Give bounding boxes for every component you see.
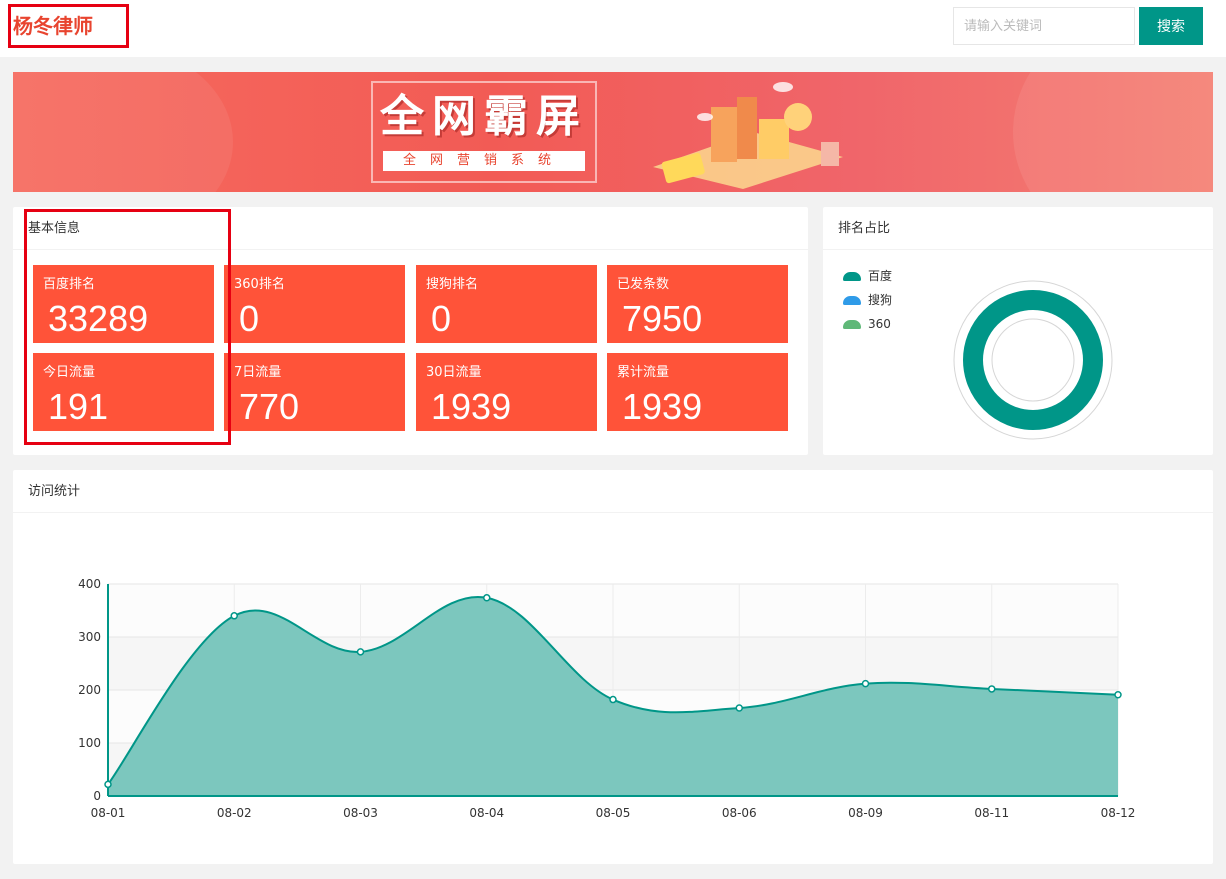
stat-7day-traffic: 7日流量 770 [224,353,405,431]
rank-donut-chart [953,280,1113,440]
legend-swatch-icon [843,271,861,281]
basic-info-card: 基本信息 百度排名 33289 360排名 0 搜狗排名 0 已发条数 7950… [13,207,808,455]
visit-line-chart: 0100200300400 08-01 08-02 08-03 08-04 08-05 0… [78,577,1136,820]
stat-label: 百度排名 [43,277,96,292]
brand-title: 杨冬律师 [8,4,129,48]
top-header: 杨冬律师 搜索 [0,0,1226,57]
chart-data-point[interactable] [230,612,238,620]
y-tick-label: 300 [78,630,101,644]
stat-label: 累计流量 [617,365,670,380]
stat-30day-traffic: 30日流量 1939 [416,353,597,431]
chart-y-tick-labels: 0 100 200 300 400 [78,577,101,803]
stat-label: 7日流量 [234,365,282,380]
banner-title-box: 全网霸屏 全网营销系统 [371,81,597,183]
x-tick-label: 08-03 [343,806,378,820]
chart-data-point[interactable] [988,685,996,693]
chart-data-point[interactable] [735,704,743,712]
visit-stats-title: 访问统计 [13,470,1213,513]
search-input[interactable] [953,7,1135,45]
banner-decoration [13,72,233,192]
chart-data-point[interactable] [609,695,617,704]
stat-value: 33289 [48,298,149,339]
stat-total-traffic: 累计流量 1939 [607,353,788,431]
x-tick-label: 08-12 [1101,806,1136,820]
banner-subtitle: 全网营销系统 [383,151,585,171]
legend-item-baidu[interactable]: 百度 [843,264,892,288]
x-tick-label: 08-04 [469,806,504,820]
chart-x-tick-labels: 08-01 08-02 08-03 08-04 08-05 08-06 08-09 08-11… [91,806,1136,820]
y-tick-label: 100 [78,736,101,750]
stat-value: 0 [239,298,260,339]
x-tick-label: 08-09 [848,806,883,820]
x-tick-label: 08-06 [722,806,757,820]
visit-stats-card: 访问统计 0 100 200 300 400 08-01 08-02 08-03 08-04 0… [13,470,1213,864]
stat-label: 今日流量 [43,365,96,380]
legend-item-sogou[interactable]: 搜狗 [843,288,892,312]
stat-label: 30日流量 [426,365,482,380]
stat-baidu-rank: 百度排名 33289 [33,265,214,343]
banner-title: 全网霸屏 [380,91,588,142]
stat-360-rank: 360排名 0 [224,265,405,343]
stat-value: 0 [431,298,452,339]
banner-decoration [1013,72,1213,192]
donut-inner-ring [991,318,1075,402]
chart-data-point[interactable] [1114,691,1122,699]
stat-published-count: 已发条数 7950 [607,265,788,343]
donut-slice-baidu[interactable] [963,290,1103,430]
rank-ratio-card: 排名占比 百度 搜狗 360 [823,207,1213,455]
stat-today-traffic: 今日流量 191 [33,353,214,431]
legend-label: 百度 [868,269,893,283]
y-tick-label: 0 [93,789,101,803]
x-tick-label: 08-05 [596,806,631,820]
legend-swatch-icon [843,319,861,329]
stat-value: 191 [48,386,109,427]
city-illustration-icon [653,82,843,189]
stat-label: 搜狗排名 [426,277,479,292]
search-button[interactable]: 搜索 [1139,7,1203,45]
y-tick-label: 400 [78,577,101,591]
stat-label: 360排名 [234,277,285,292]
stat-sogou-rank: 搜狗排名 0 [416,265,597,343]
chart-data-point[interactable] [861,679,870,688]
basic-info-title: 基本信息 [13,207,808,250]
legend-label: 搜狗 [868,293,893,307]
x-tick-label: 08-11 [974,806,1009,820]
stat-value: 770 [239,386,300,427]
stat-value: 7950 [622,298,703,339]
legend-swatch-icon [843,295,861,305]
stat-value: 1939 [431,386,512,427]
stat-label: 已发条数 [617,277,670,292]
chart-data-point[interactable] [356,648,365,656]
legend-label: 360 [868,317,891,331]
chart-data-point[interactable] [104,780,112,789]
chart-data-point[interactable] [483,594,491,602]
rank-ratio-title: 排名占比 [823,207,1213,250]
rank-legend: 百度 搜狗 360 [843,264,892,336]
stat-value: 1939 [622,386,703,427]
legend-item-360[interactable]: 360 [843,312,892,336]
x-tick-label: 08-01 [91,806,126,820]
promo-banner: 全网霸屏 全网营销系统 [13,72,1213,192]
x-tick-label: 08-02 [217,806,252,820]
y-tick-label: 200 [78,683,101,697]
